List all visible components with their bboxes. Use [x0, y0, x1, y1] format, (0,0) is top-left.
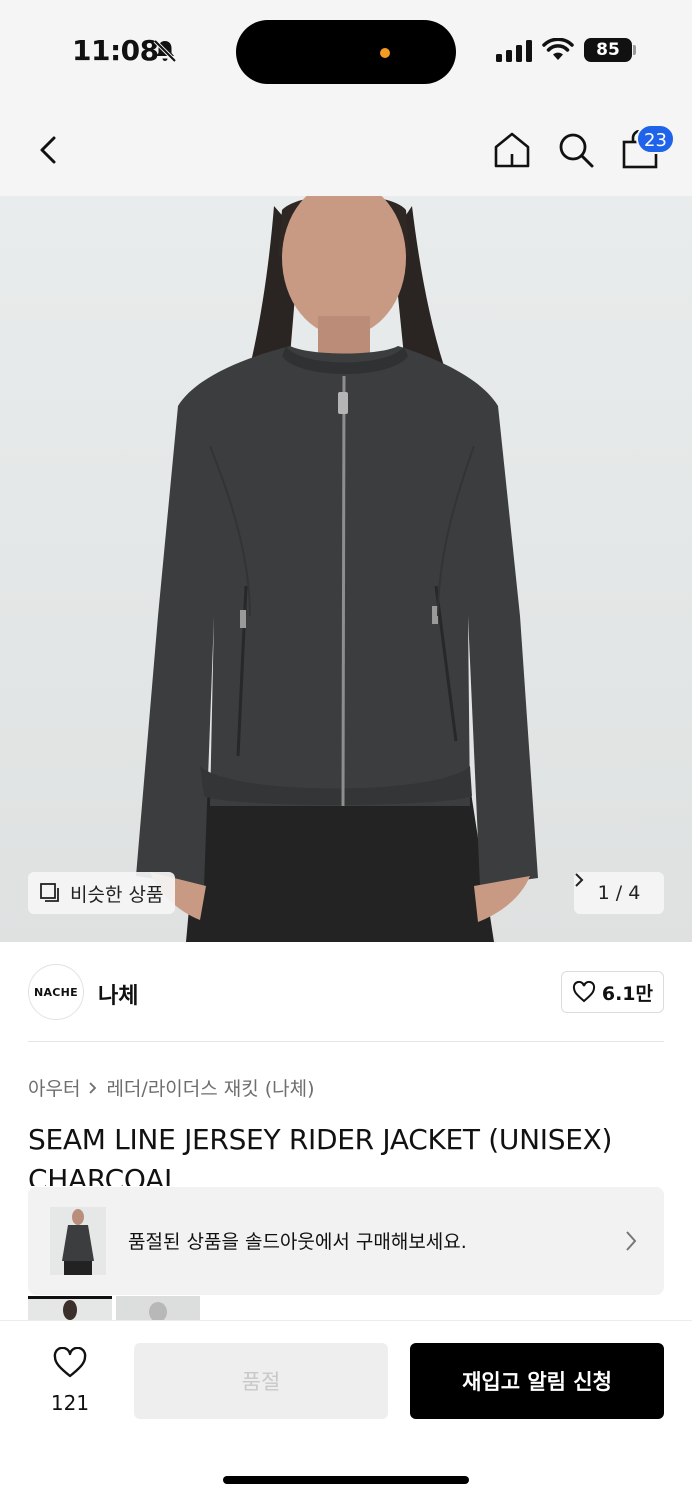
similar-products-label: 비슷한 상품	[70, 883, 164, 906]
status-time: 11:08	[72, 34, 159, 67]
chevron-right-icon	[89, 1081, 97, 1094]
wishlist-button[interactable]: 121	[40, 1347, 100, 1417]
brand-name[interactable]: 나체	[98, 978, 138, 1010]
soldout-banner-text: 품절된 상품을 솔드아웃에서 구매해보세요.	[128, 1231, 467, 1253]
heart-icon	[572, 981, 595, 1003]
soldout-marketplace-banner[interactable]: 품절된 상품을 솔드아웃에서 구매해보세요.	[28, 1187, 664, 1295]
bell-slash-icon	[153, 39, 177, 63]
breadcrumb: 아우터 레더/라이더스 재킷 (나체)	[28, 1074, 315, 1101]
product-title: SEAM LINE JERSEY RIDER JACKET (UNISEX) C…	[28, 1123, 613, 1186]
product-photo	[136, 196, 538, 942]
restock-alert-button[interactable]: 재입고 알림 신청	[410, 1343, 664, 1419]
related-thumbnails[interactable]	[28, 1296, 208, 1320]
thumbnail-2[interactable]	[116, 1296, 200, 1320]
chevron-right-icon	[575, 873, 584, 887]
status-bar: 11:08 85	[0, 0, 692, 100]
brand-like-count: 6.1만	[601, 982, 653, 1005]
bottom-action-bar: 121 품절 재입고 알림 신청	[0, 1320, 692, 1500]
brand-logo[interactable]: NACHE	[28, 964, 84, 1020]
soldout-button: 품절	[134, 1343, 388, 1419]
brand-like-button[interactable]: 6.1만	[560, 971, 664, 1013]
breadcrumb-subcategory[interactable]: 레더/라이더스 재킷 (나체)	[106, 1074, 314, 1101]
similar-products-button[interactable]: 비슷한 상품	[28, 872, 176, 914]
home-icon[interactable]	[492, 130, 532, 170]
image-page-indicator[interactable]: 1 / 4	[574, 872, 664, 914]
recording-dot	[380, 48, 390, 58]
battery-tip	[633, 45, 636, 55]
chevron-left-icon[interactable]	[30, 130, 66, 170]
top-nav-bar	[0, 100, 692, 196]
similar-products-icon	[40, 883, 59, 902]
cellular-signal-icon	[496, 40, 532, 62]
wifi-icon	[542, 38, 574, 60]
cart-count-badge[interactable]: 23	[636, 124, 675, 154]
breadcrumb-category[interactable]: 아우터	[28, 1074, 80, 1101]
product-image-carousel[interactable]: 비슷한 상품 1 / 4	[0, 196, 692, 942]
home-indicator[interactable]	[223, 1476, 469, 1484]
dynamic-island	[236, 20, 456, 84]
brand-row[interactable]: NACHE 나체 6.1만	[28, 964, 664, 1020]
page-indicator-text: 1 / 4	[597, 882, 641, 904]
thumbnail-1[interactable]	[28, 1296, 112, 1320]
banner-product-thumbnail	[50, 1207, 106, 1275]
section-divider	[28, 1041, 664, 1042]
wishlist-count: 121	[50, 1391, 90, 1415]
battery-icon: 85	[584, 38, 632, 62]
heart-icon	[53, 1347, 87, 1378]
chevron-right-icon	[626, 1231, 637, 1251]
search-icon[interactable]	[556, 130, 596, 170]
